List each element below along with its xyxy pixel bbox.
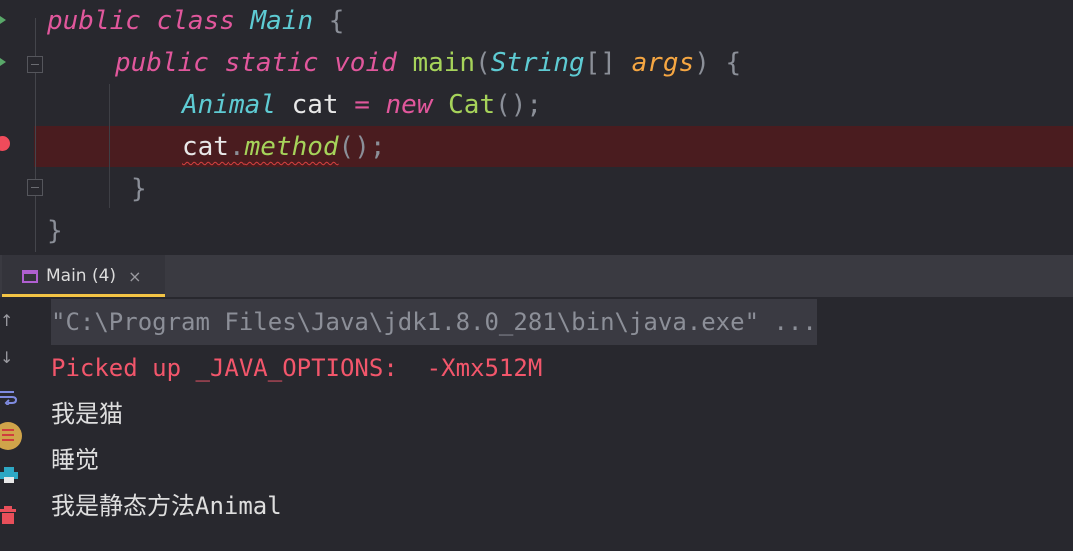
tab-label: Main (4)	[46, 266, 117, 286]
editor-gutter[interactable]	[0, 0, 34, 255]
token: public	[115, 48, 209, 78]
console-stderr-line: Picked up _JAVA_OPTIONS: -Xmx512M	[51, 354, 543, 382]
console-stdout-line: 睡觉	[51, 446, 99, 474]
code-editor[interactable]: public class Main { public static void m…	[0, 0, 1073, 255]
code-line-1[interactable]: public class Main {	[47, 0, 344, 42]
token: static	[224, 48, 319, 78]
token: {	[725, 48, 742, 78]
run-tab-icon	[22, 269, 38, 283]
run-arrow-icon[interactable]	[0, 16, 6, 24]
token: }	[47, 216, 63, 246]
token: Animal	[182, 90, 276, 120]
token: =	[354, 90, 370, 120]
breakpoint-icon[interactable]	[0, 136, 10, 151]
code-line-2[interactable]: public static void main(String[] args) {	[115, 42, 741, 84]
trash-icon[interactable]	[0, 506, 16, 524]
token: cat	[291, 90, 339, 120]
fold-guide	[35, 196, 36, 252]
console-output[interactable]: "C:\Program Files\Java\jdk1.8.0_281\bin\…	[0, 297, 1073, 551]
console-command-line: "C:\Program Files\Java\jdk1.8.0_281\bin\…	[51, 299, 817, 345]
scroll-up-icon[interactable]: ↑	[0, 313, 13, 329]
token: class	[156, 6, 235, 36]
token: Main	[250, 6, 314, 36]
soft-wrap-icon[interactable]	[0, 389, 18, 405]
indent-guide	[109, 84, 110, 208]
token: ();	[495, 90, 543, 120]
fold-guide	[35, 73, 36, 179]
token: new	[385, 90, 433, 120]
token: ();	[338, 132, 386, 162]
code-line-6[interactable]: }	[47, 210, 63, 252]
close-icon[interactable]: ×	[128, 267, 141, 286]
token: main	[412, 48, 476, 78]
token: (	[475, 48, 491, 78]
token: }	[131, 174, 147, 204]
fold-icon[interactable]	[27, 179, 43, 196]
code-line-5[interactable]: }	[131, 168, 147, 210]
token: String	[490, 48, 585, 78]
token: cat	[182, 132, 229, 162]
console-toolbar: ↑ ↓	[0, 297, 34, 551]
token: args	[631, 48, 695, 78]
code-line-3[interactable]: Animal cat = new Cat();	[182, 84, 542, 126]
token: {	[328, 6, 345, 36]
run-arrow-icon[interactable]	[0, 58, 6, 66]
scroll-down-icon[interactable]: ↓	[0, 350, 13, 366]
token: Cat	[448, 90, 496, 120]
token: public	[47, 6, 141, 36]
fold-icon[interactable]	[27, 56, 43, 73]
code-line-4[interactable]: cat.method();	[182, 126, 386, 168]
tab-run-main[interactable]: Main (4) ×	[2, 255, 165, 297]
token: .	[228, 132, 245, 162]
print-icon[interactable]	[0, 467, 18, 483]
scroll-to-end-icon[interactable]	[0, 420, 22, 452]
token: )	[694, 48, 710, 78]
console-stdout-line: 我是猫	[51, 400, 123, 428]
console-stdout-line: 我是静态方法Animal	[51, 492, 282, 520]
warning-underline: cat.method	[182, 132, 339, 162]
token: method	[244, 132, 339, 162]
token: []	[584, 48, 616, 78]
token: void	[334, 48, 397, 78]
